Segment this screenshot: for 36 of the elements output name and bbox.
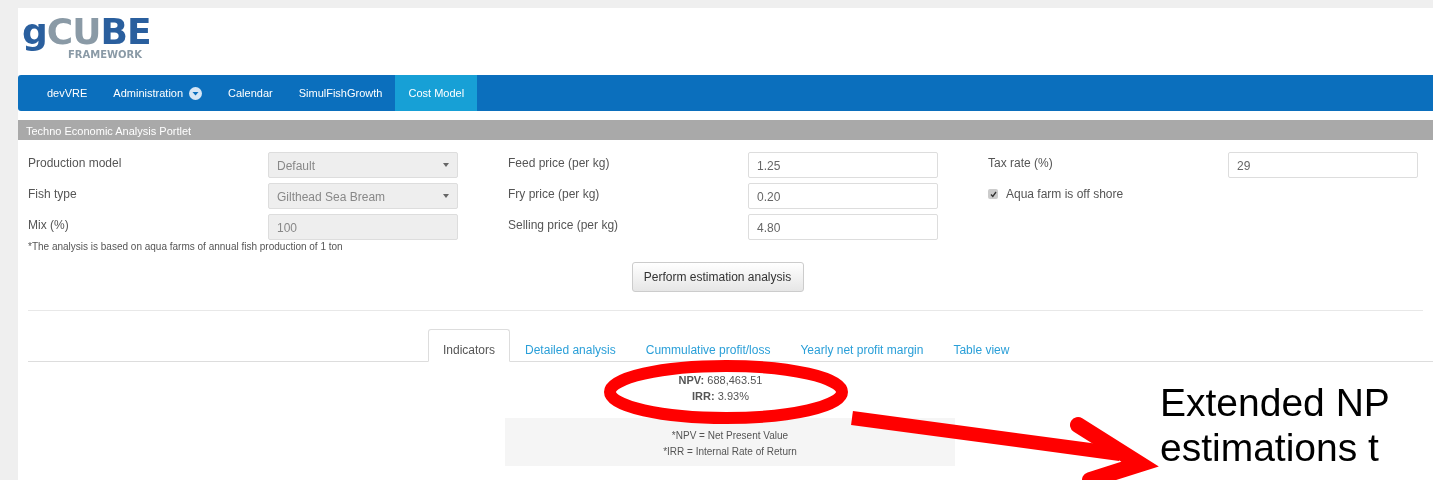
annotation-text: estimations t [1160,425,1380,470]
caret-icon [443,194,449,198]
tab[interactable]: Detailed analysis [510,329,631,361]
field-label: Fry price (per kg) [508,186,601,203]
checkbox[interactable] [988,189,998,199]
input-field[interactable]: 4.80 [748,214,938,240]
nav-item[interactable]: Calendar [215,75,286,111]
field-label: Feed price (per kg) [508,155,611,172]
input-field[interactable]: 1.25 [748,152,938,178]
field-label: Fish type [28,186,78,203]
caret-icon [443,163,449,167]
nav-item[interactable]: Administration [100,75,216,111]
tab[interactable]: Table view [938,329,1025,361]
tab[interactable]: Cummulative profit/loss [630,329,786,361]
field-label: Production model [28,155,123,172]
field-label: Selling price (per kg) [508,217,620,234]
indicator-text: IRR: 3.93% [692,390,749,402]
perform-analysis-button[interactable]: Perform estimation analysis [631,262,804,292]
nav-item[interactable]: SimulFishGrowth [285,75,396,111]
portlet-title: Techno Economic Analysis Portlet [18,120,1433,140]
note-text: *The analysis is based on aqua farms of annual fish production of 1 ton [27,240,344,254]
field-label: Mix (%) [28,217,70,234]
legend-text: *NPV = Net Present Value [670,429,790,443]
tab[interactable]: Indicators [428,329,511,362]
nav-item[interactable]: Cost Model [395,75,478,111]
checkbox-label: Aqua farm is off shore [1006,186,1124,203]
tab[interactable]: Yearly net profit margin [785,329,939,361]
input-field[interactable]: 0.20 [748,183,938,209]
logo-subtitle: FRAMEWORK [68,50,144,60]
input-field[interactable]: 29 [1228,152,1418,178]
nav-item[interactable]: devVRE [34,75,101,111]
logo-title: gCUBE [22,14,152,50]
field-label: Tax rate (%) [988,155,1054,172]
legend-text: *IRR = Internal Rate of Return [662,445,798,459]
indicator-text: NPV: 688,463.51 [678,374,763,386]
annotation-text: Extended NP [1160,380,1390,425]
